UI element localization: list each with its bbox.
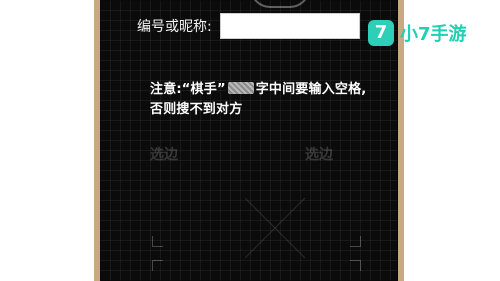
nickname-row: 编号或昵称: [137, 12, 362, 40]
notice-line-1-suffix: 字中间要输入空格, [255, 82, 367, 97]
board-corner-mark [350, 236, 361, 247]
notice-line-1-prefix: 注意:“棋手” [150, 82, 226, 97]
nickname-input[interactable] [219, 13, 360, 39]
redacted-text-mark [227, 82, 254, 94]
background-label-right: 选边 [305, 147, 333, 163]
watermark-icon: 7 [368, 20, 394, 46]
board-corner-mark [350, 260, 361, 271]
notice-line-2: 否则搜不到对方 [150, 102, 243, 117]
decorative-arc [250, 0, 310, 8]
board-corner-mark [152, 260, 163, 271]
background-label-left: 选边 [150, 147, 178, 163]
nickname-label: 编号或昵称: [137, 19, 212, 35]
watermark-logo: 7 小7手游 [368, 18, 467, 48]
board-cross-mark [245, 198, 305, 258]
board-corner-mark [152, 236, 163, 247]
notice-text: 注意:“棋手” 字中间要输入空格, 否则搜不到对方 [150, 80, 380, 120]
notice-line-1: 注意:“棋手” 字中间要输入空格, [150, 80, 380, 100]
watermark-text: 小7手游 [400, 24, 467, 45]
